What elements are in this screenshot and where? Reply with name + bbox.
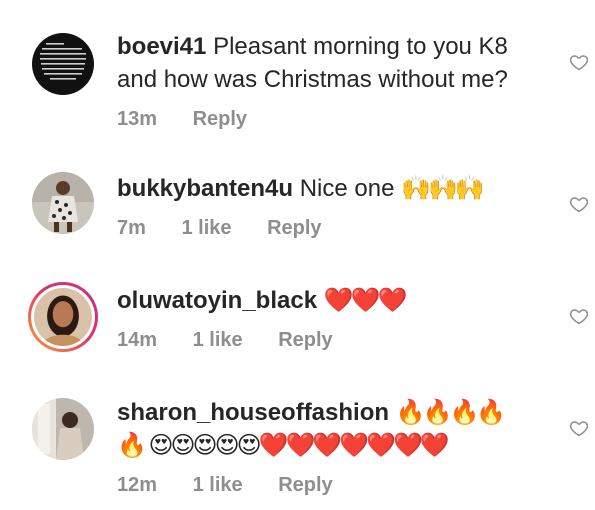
comment-meta: 7m 1 like Reply: [117, 217, 525, 240]
reply-button[interactable]: Reply: [193, 108, 247, 131]
heart-outline-icon[interactable]: [569, 418, 589, 438]
reply-button[interactable]: Reply: [267, 217, 321, 240]
reply-button[interactable]: Reply: [278, 329, 332, 352]
comment-text: sharon_houseoffashion 🔥🔥🔥🔥🔥 😍😍😍😍😍❤️❤️❤️❤…: [117, 396, 525, 462]
comment-username[interactable]: oluwatoyin_black: [117, 287, 317, 314]
comment-meta: 14m 1 like Reply: [117, 329, 525, 352]
avatar[interactable]: [32, 172, 94, 234]
comment-likes[interactable]: 1 like: [181, 217, 231, 240]
comment-item: sharon_houseoffashion 🔥🔥🔥🔥🔥 😍😍😍😍😍❤️❤️❤️❤…: [0, 380, 595, 505]
comment-item: boevi41 Pleasant morning to you K8 and h…: [0, 0, 595, 130]
comment-time: 7m: [117, 217, 146, 239]
heart-outline-icon[interactable]: [569, 306, 589, 326]
avatar[interactable]: [32, 33, 94, 95]
avatar[interactable]: [28, 282, 98, 352]
comment-emoji: 🙌🙌🙌: [401, 174, 485, 202]
comment-username[interactable]: bukkybanten4u: [117, 175, 293, 202]
comment-likes[interactable]: 1 like: [193, 329, 243, 352]
heart-outline-icon[interactable]: [569, 194, 589, 214]
comment-time: 14m: [117, 329, 158, 351]
comment-meta: 12m 1 like Reply: [117, 474, 525, 497]
comment-message: Nice one: [299, 175, 395, 202]
comment-username[interactable]: boevi41: [117, 33, 206, 60]
comment-item: bukkybanten4u Nice one 🙌🙌🙌 7m 1 like Rep…: [0, 150, 595, 250]
comment-text: bukkybanten4u Nice one 🙌🙌🙌: [117, 172, 525, 205]
comment-emoji: ❤️❤️❤️: [323, 286, 408, 314]
comment-time: 12m: [117, 474, 158, 496]
comment-likes[interactable]: 1 like: [193, 474, 243, 497]
comment-text: oluwatoyin_black ❤️❤️❤️: [117, 284, 525, 317]
comment-username[interactable]: sharon_houseoffashion: [117, 399, 389, 426]
comment-time: 13m: [117, 108, 158, 130]
comment-meta: 13m Reply: [117, 108, 525, 131]
comment-text: boevi41 Pleasant morning to you K8 and h…: [117, 30, 525, 96]
avatar[interactable]: [32, 398, 94, 460]
reply-button[interactable]: Reply: [278, 474, 332, 497]
comment-item: oluwatoyin_black ❤️❤️❤️ 14m 1 like Reply: [0, 262, 595, 362]
heart-outline-icon[interactable]: [569, 52, 589, 72]
